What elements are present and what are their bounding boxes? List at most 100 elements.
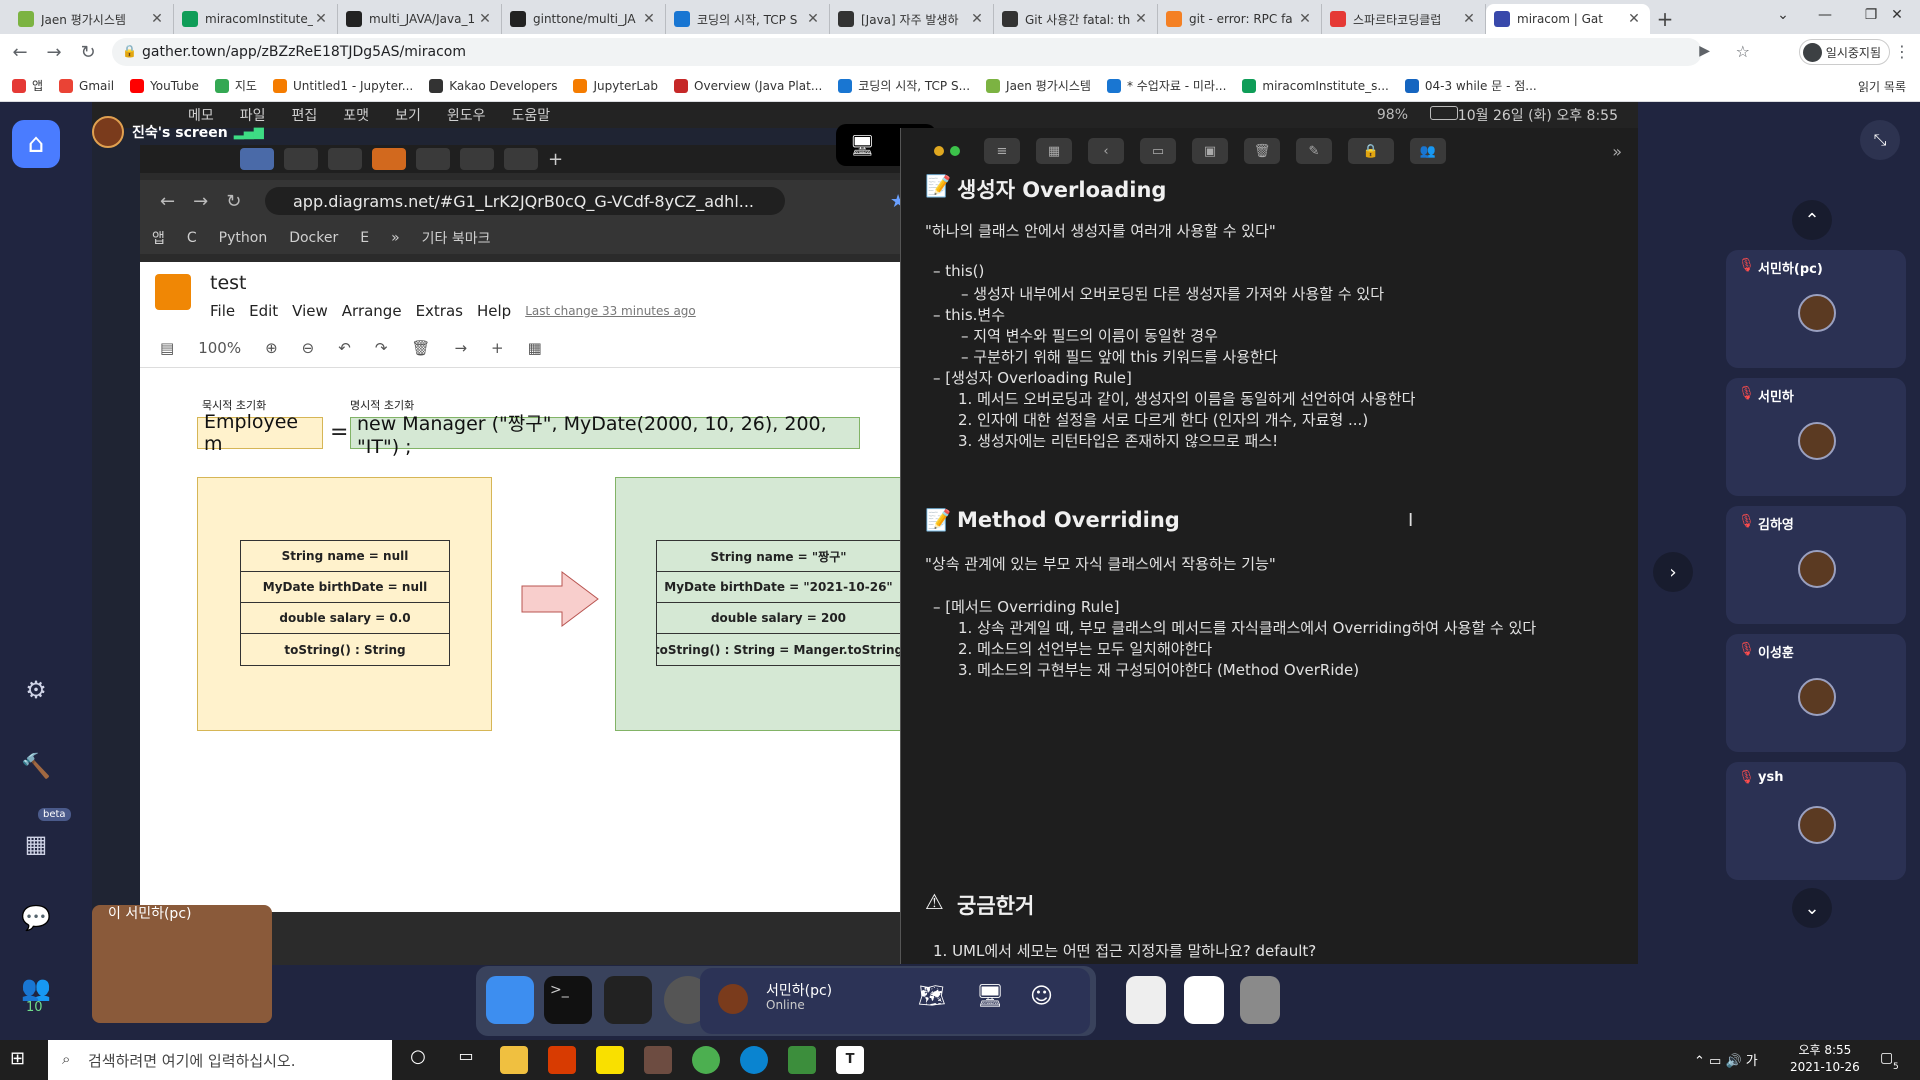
chrome-icon[interactable] <box>692 1046 720 1074</box>
tab-close-icon[interactable]: ✕ <box>1133 11 1149 27</box>
tab-close-icon[interactable]: ✕ <box>477 11 493 27</box>
collapse-screen-icon[interactable]: ⤡ <box>1860 120 1900 160</box>
chat-icon[interactable]: 💬 <box>18 900 54 936</box>
zoom-in-icon[interactable]: ⊕ <box>265 339 278 357</box>
sidebar-icon[interactable]: ▭ <box>1140 138 1176 164</box>
mac-menu-item[interactable]: 도움말 <box>511 105 550 125</box>
bookmark-item[interactable]: Jaen 평가시스템 <box>986 77 1091 94</box>
tab-close-icon[interactable]: ✕ <box>969 11 985 27</box>
app-icon[interactable] <box>644 1046 672 1074</box>
menu-icon[interactable]: ⋮ <box>1894 42 1910 61</box>
tab-close-icon[interactable]: ✕ <box>641 11 657 27</box>
trash-can-icon[interactable] <box>1240 976 1280 1024</box>
zoom-level[interactable]: 100% <box>198 339 241 357</box>
back-icon[interactable]: ← <box>6 38 34 66</box>
document-title[interactable]: test <box>210 272 247 294</box>
gallery-icon[interactable]: ▣ <box>1192 138 1228 164</box>
participant-card[interactable]: 🎙 김하영 <box>1726 506 1906 624</box>
trash-icon[interactable]: 🗑 <box>1244 138 1280 164</box>
bookmark-item[interactable]: Untitled1 - Jupyter... <box>272 77 413 94</box>
pdf-icon[interactable] <box>1126 976 1166 1024</box>
browser-tab[interactable]: 스파르타코딩클럽 ✕ <box>1322 4 1486 34</box>
delete-icon[interactable]: 🗑 <box>411 339 430 357</box>
browser-tab[interactable]: Git 사용간 fatal: th ✕ <box>994 4 1158 34</box>
bookmark-item[interactable]: JupyterLab <box>573 77 658 94</box>
mac-menu-item[interactable]: 편집 <box>292 105 318 125</box>
browser-tab[interactable]: Jaen 평가시스템 ✕ <box>10 4 174 34</box>
uml-right[interactable]: String name = "짱구" MyDate birthDate = "2… <box>656 540 900 666</box>
typora-icon[interactable]: T <box>836 1046 864 1074</box>
bookmark-item[interactable]: Kakao Developers <box>429 77 557 94</box>
sourcetree-icon[interactable] <box>788 1046 816 1074</box>
taskbar-clock[interactable]: 오후 8:55 2021-10-26 <box>1790 1042 1860 1076</box>
redo-icon[interactable]: ↷ <box>375 339 388 357</box>
table-icon[interactable]: ▦ <box>528 339 542 357</box>
insert-icon[interactable]: + <box>491 339 504 357</box>
participant-card[interactable]: 🎙 ysh <box>1726 762 1906 880</box>
screen-icon[interactable]: 🖥 <box>850 133 875 157</box>
bookmark-item[interactable]: Gmail <box>59 77 114 94</box>
address-bar[interactable]: 🔒 gather.town/app/zBZzReE18TJDg5AS/mirac… <box>112 38 1702 66</box>
employee-var-box[interactable]: Employee m <box>197 411 323 455</box>
finder-icon[interactable] <box>486 976 534 1024</box>
tab-close-icon[interactable]: ✕ <box>313 11 329 27</box>
windows-start-icon[interactable]: ⊞ <box>10 1048 25 1069</box>
inner-bookmark[interactable]: 앱 <box>152 228 165 248</box>
minimize-button[interactable]: — <box>1802 0 1848 30</box>
tab-close-icon[interactable]: ✕ <box>805 11 821 27</box>
reload-icon[interactable]: ↻ <box>74 38 102 66</box>
tab-search-icon[interactable]: ⌄ <box>1760 0 1806 30</box>
virtualbox-icon[interactable] <box>604 976 652 1024</box>
scroll-up-icon[interactable]: ⌃ <box>1792 200 1832 240</box>
inner-forward-icon[interactable]: → <box>193 191 208 212</box>
connector-icon[interactable]: → <box>454 339 467 357</box>
inner-address-bar[interactable]: app.diagrams.net/#G1_LrK2JQrB0cQ_G-VCdf-… <box>265 187 785 215</box>
inner-bookmark[interactable]: Python <box>219 230 268 246</box>
drawio-menu-item[interactable]: Edit <box>249 302 278 320</box>
map-icon[interactable]: 🗺 <box>918 984 946 1009</box>
drawio-menu-item[interactable]: View <box>292 302 328 320</box>
taskbar-search[interactable]: ⌕ 검색하려면 여기에 입력하십시오. <box>48 1040 392 1080</box>
camera-icon[interactable]: ▶ <box>1699 43 1710 59</box>
mac-menu-item[interactable]: 보기 <box>395 105 421 125</box>
browser-tab[interactable]: [Java] 자주 발생하 ✕ <box>830 4 994 34</box>
mac-menu-item[interactable]: 포맷 <box>343 105 369 125</box>
inner-newtab-icon[interactable]: + <box>548 149 563 170</box>
screen-share-icon[interactable]: 🖥 <box>976 984 1004 1009</box>
drawio-menu-item[interactable]: Extras <box>416 302 463 320</box>
drawio-menu-item[interactable]: File <box>210 302 235 320</box>
share-icon[interactable]: 👥 <box>1410 138 1446 164</box>
inner-reload-icon[interactable]: ↻ <box>226 191 241 212</box>
browser-tab[interactable]: miracom | Gat ✕ <box>1486 4 1650 34</box>
inner-bookmark[interactable]: C <box>187 230 197 246</box>
next-page-icon[interactable]: › <box>1653 552 1693 592</box>
profile-button[interactable]: 일시중지됨 <box>1798 39 1890 65</box>
tab-close-icon[interactable]: ✕ <box>1461 11 1477 27</box>
format-panel-icon[interactable]: ▤ <box>160 339 174 357</box>
build-icon[interactable]: 🔨 <box>18 748 54 784</box>
participant-card[interactable]: 🎙 서민하 <box>1726 378 1906 496</box>
tab-close-icon[interactable]: ✕ <box>1626 11 1642 27</box>
expand-icon[interactable]: » <box>1612 142 1622 161</box>
participant-card[interactable]: 🎙 이성훈 <box>1726 634 1906 752</box>
browser-tab[interactable]: miracomInstitute_ ✕ <box>174 4 338 34</box>
lock-icon[interactable]: 🔒 <box>1348 138 1394 164</box>
participant-card[interactable]: 🎙 서민하(pc) <box>1726 250 1906 368</box>
terminal-icon[interactable]: >_ <box>544 976 592 1024</box>
emoji-icon[interactable]: ☺ <box>1030 984 1053 1009</box>
inner-bookmark[interactable]: 기타 북마크 <box>422 228 491 248</box>
calendar-icon[interactable]: ▦ <box>18 826 54 862</box>
edge-icon[interactable] <box>740 1046 768 1074</box>
bookmark-item[interactable]: YouTube <box>130 77 199 94</box>
bookmark-item[interactable]: * 수업자료 - 미라... <box>1106 77 1226 94</box>
inner-back-icon[interactable]: ← <box>160 191 175 212</box>
tab-close-icon[interactable]: ✕ <box>149 11 165 27</box>
forward-icon[interactable]: → <box>40 38 68 66</box>
list-view-icon[interactable]: ≡ <box>984 138 1020 164</box>
undo-icon[interactable]: ↶ <box>338 339 351 357</box>
inner-bookmark[interactable]: Docker <box>289 230 338 246</box>
browser-tab[interactable]: 코딩의 시작, TCP S ✕ <box>666 4 830 34</box>
settings-icon[interactable]: ⚙ <box>18 672 54 708</box>
bookmark-item[interactable]: Overview (Java Plat... <box>674 77 822 94</box>
tab-close-icon[interactable]: ✕ <box>1297 11 1313 27</box>
